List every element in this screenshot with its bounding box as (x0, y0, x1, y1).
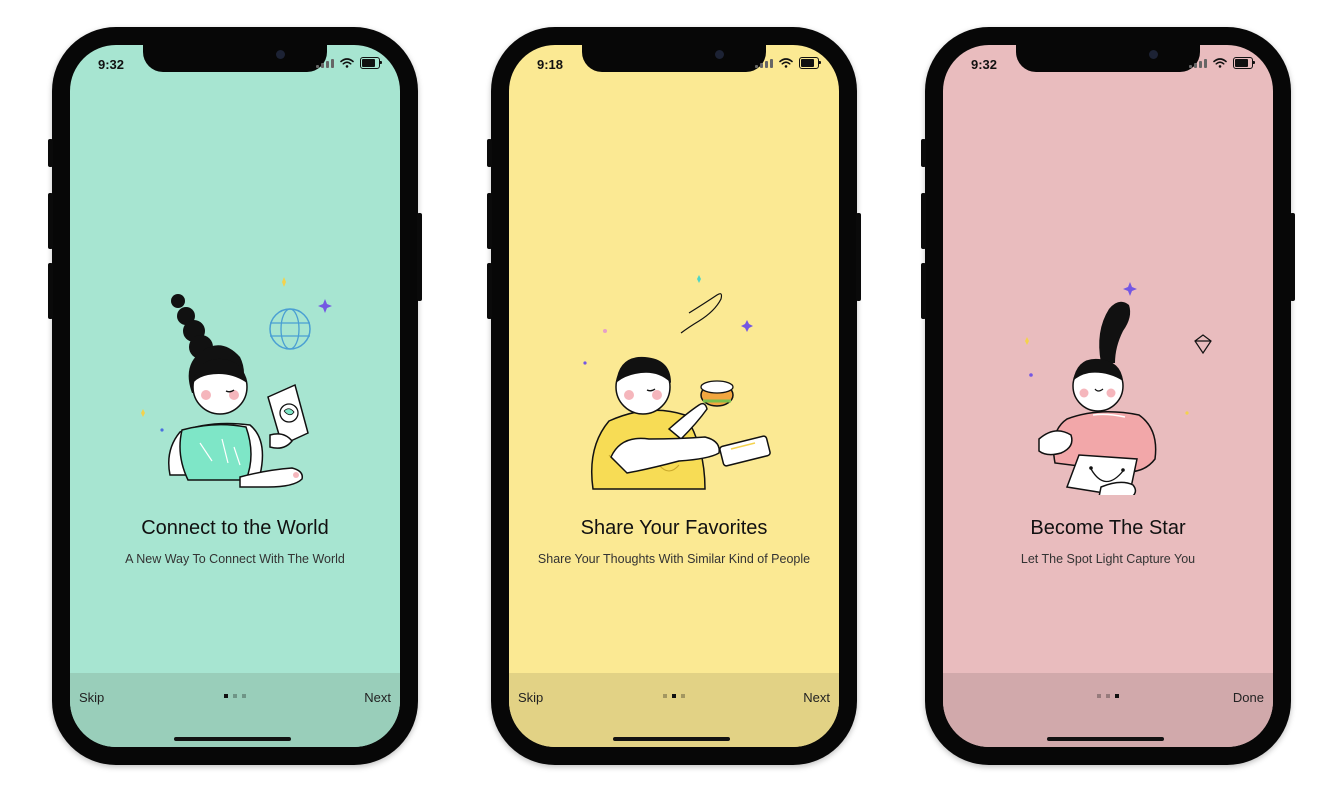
onboarding-screen-1: 9:32 Connect to the World A New Way To C… (70, 45, 400, 747)
notch (1016, 45, 1200, 72)
battery-icon (360, 57, 382, 69)
wifi-icon (779, 58, 793, 68)
page-dot-3[interactable] (242, 694, 246, 698)
onboarding-title: Share Your Favorites (580, 517, 768, 539)
silent-switch (487, 139, 492, 167)
page-dot-3[interactable] (1115, 694, 1119, 698)
onboarding-subtitle: Share Your Thoughts With Similar Kind of… (537, 552, 811, 566)
home-indicator[interactable] (613, 737, 730, 741)
wifi-icon (340, 58, 354, 68)
page-dot-2[interactable] (1106, 694, 1110, 698)
onboarding-subtitle: Let The Spot Light Capture You (1020, 552, 1196, 566)
status-icons (755, 57, 821, 69)
share-favorites-illustration (583, 275, 771, 490)
cellular-signal-icon (755, 58, 773, 68)
page-dot-2[interactable] (672, 694, 676, 698)
volume-down-button (921, 263, 926, 319)
connect-world-illustration (141, 277, 332, 488)
camera (715, 50, 724, 59)
page-indicator[interactable] (509, 694, 839, 698)
camera (276, 50, 285, 59)
next-button[interactable]: Next (364, 690, 391, 705)
onboarding-screen-2: 9:18 Share Your Favorites Share Your Tho… (509, 45, 839, 747)
page-dot-2[interactable] (233, 694, 237, 698)
become-star-illustration (1025, 282, 1212, 495)
wifi-icon (1213, 58, 1227, 68)
page-dot-1[interactable] (224, 694, 228, 698)
onboarding-subtitle: A New Way To Connect With The World (125, 552, 345, 566)
phone-frame-2: 9:18 Share Your Favorites Share Your Tho… (487, 27, 861, 765)
battery-icon (1233, 57, 1255, 69)
bottom-bar: Skip Next (509, 673, 839, 747)
status-time: 9:32 (971, 57, 998, 72)
bottom-bar: Done (943, 673, 1273, 747)
page-dot-1[interactable] (663, 694, 667, 698)
notch (143, 45, 327, 72)
next-button[interactable]: Next (803, 690, 830, 705)
status-icons (316, 57, 382, 69)
cellular-signal-icon (316, 58, 334, 68)
done-button[interactable]: Done (1233, 690, 1264, 705)
cellular-signal-icon (1189, 58, 1207, 68)
page-dot-3[interactable] (681, 694, 685, 698)
side-button (1290, 213, 1295, 301)
status-time: 9:18 (537, 57, 564, 72)
onboarding-screen-3: 9:32 Become The Star Let The Spot Light … (943, 45, 1273, 747)
page-dot-1[interactable] (1097, 694, 1101, 698)
status-icons (1189, 57, 1255, 69)
volume-down-button (48, 263, 53, 319)
side-button (856, 213, 861, 301)
phone-frame-1: 9:32 Connect to the World A New Way To C… (48, 27, 422, 765)
volume-down-button (487, 263, 492, 319)
notch (582, 45, 766, 72)
battery-icon (799, 57, 821, 69)
silent-switch (921, 139, 926, 167)
page-indicator[interactable] (943, 694, 1273, 698)
camera (1149, 50, 1158, 59)
status-time: 9:32 (98, 57, 125, 72)
volume-up-button (48, 193, 53, 249)
phone-frame-3: 9:32 Become The Star Let The Spot Light … (921, 27, 1295, 765)
home-indicator[interactable] (1047, 737, 1164, 741)
home-indicator[interactable] (174, 737, 291, 741)
bottom-bar: Skip Next (70, 673, 400, 747)
onboarding-title: Connect to the World (141, 517, 329, 539)
volume-up-button (487, 193, 492, 249)
side-button (417, 213, 422, 301)
page-indicator[interactable] (70, 694, 400, 698)
onboarding-title: Become The Star (1030, 517, 1186, 539)
volume-up-button (921, 193, 926, 249)
silent-switch (48, 139, 53, 167)
